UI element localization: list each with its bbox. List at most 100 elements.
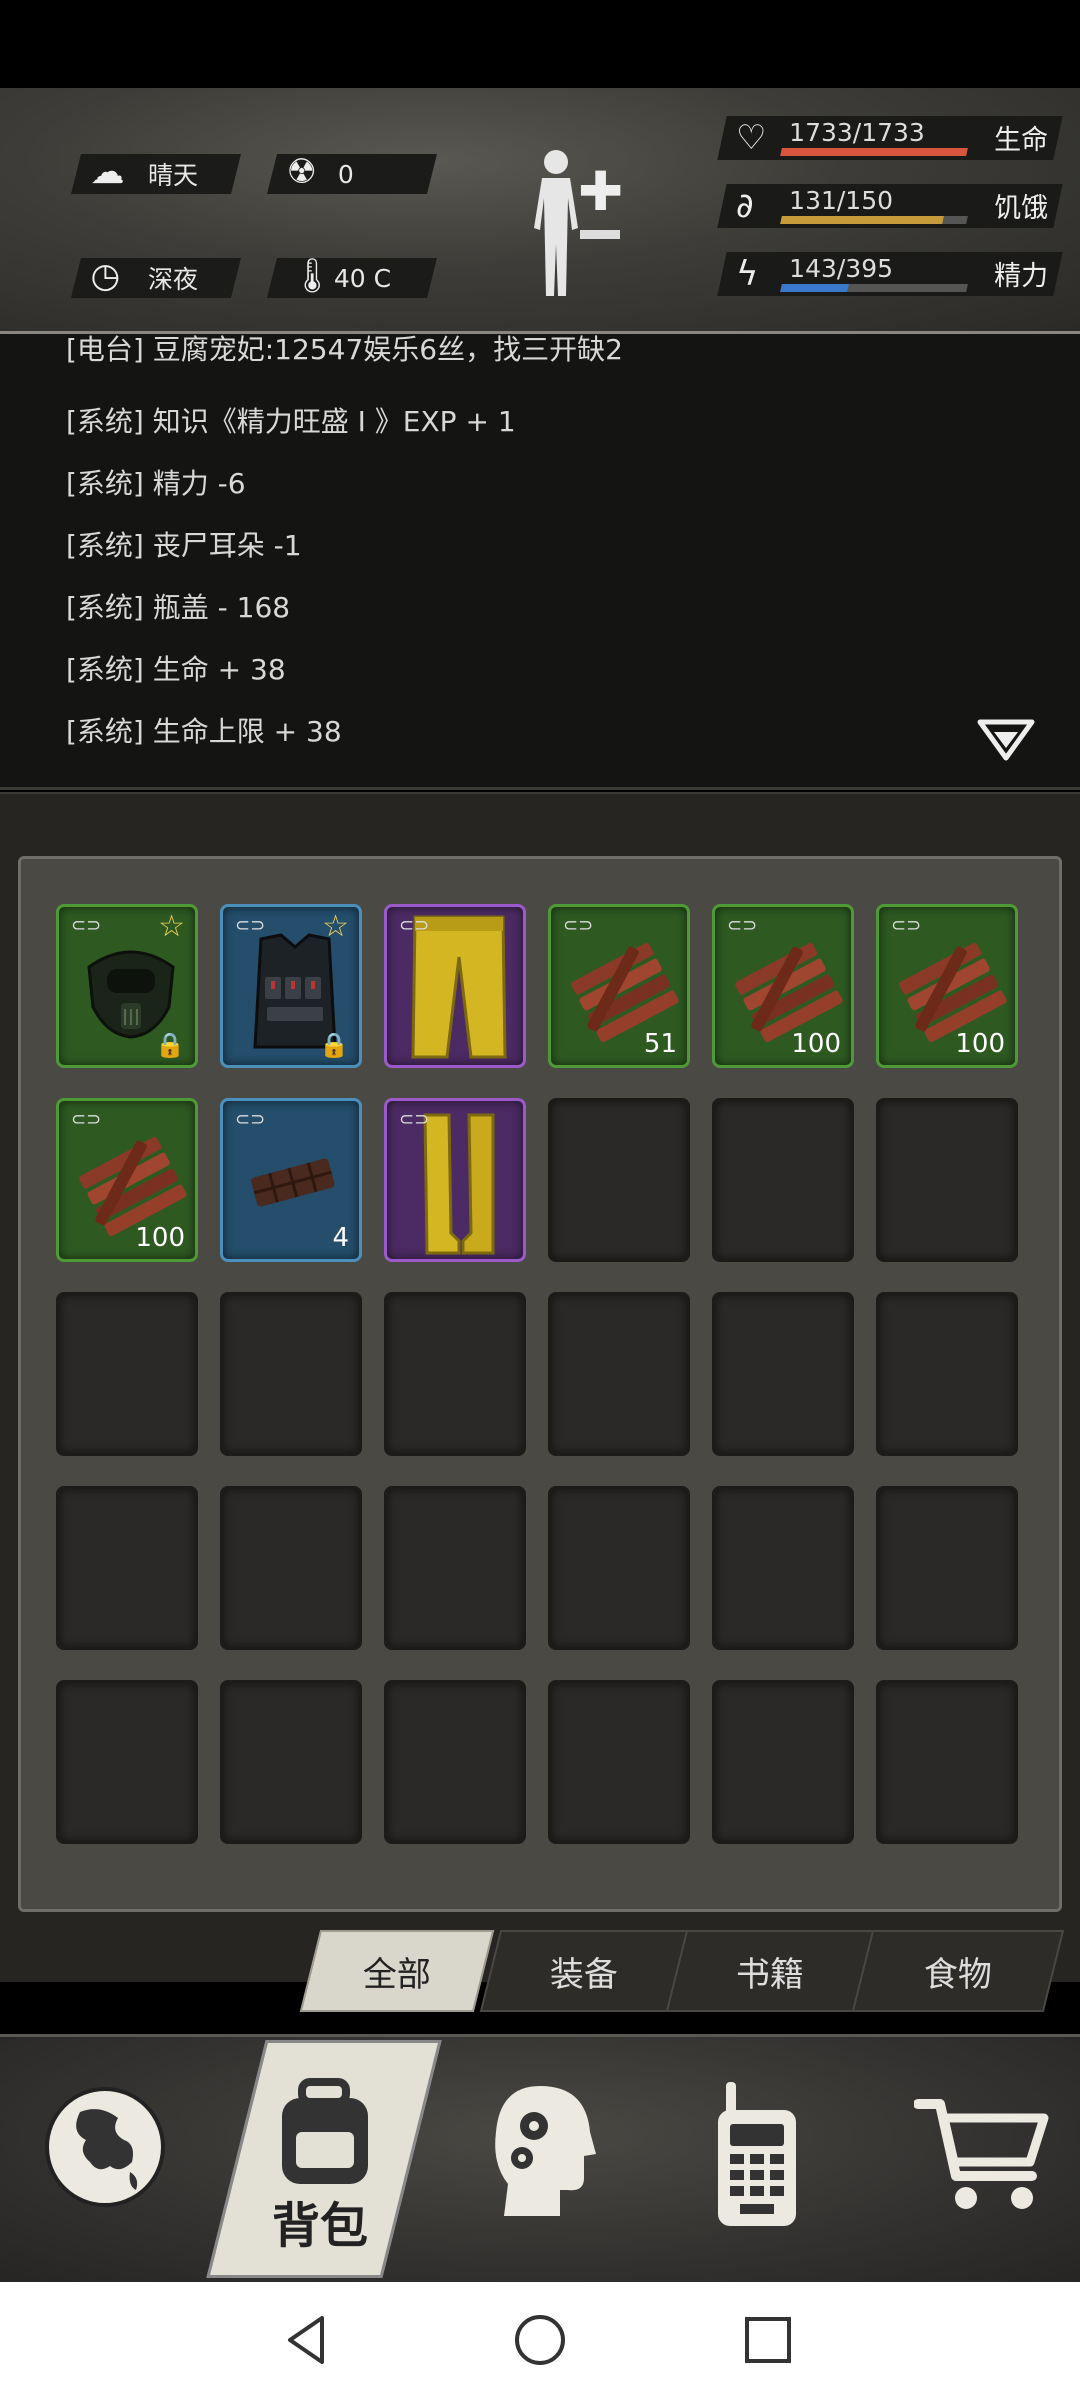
hunger-value: 131/150 bbox=[789, 186, 894, 215]
tab-books[interactable]: 书籍 bbox=[665, 1930, 875, 2012]
item-quantity: 4 bbox=[332, 1223, 349, 1253]
inventory-slot-empty[interactable] bbox=[56, 1292, 198, 1456]
hunger-label: 饥饿 bbox=[994, 193, 1049, 224]
inventory-slot-empty[interactable] bbox=[384, 1292, 526, 1456]
inventory-slot-wood-planks[interactable]: ⊂⊃ 100 bbox=[876, 904, 1018, 1068]
nav-world-map[interactable] bbox=[40, 2082, 210, 2262]
hunger-bar bbox=[780, 216, 968, 224]
radiation-value: 0 bbox=[338, 159, 354, 189]
item-quantity: 100 bbox=[791, 1029, 841, 1059]
inventory-slot-gas-mask[interactable]: ⊂⊃ ☆ 🔒 bbox=[56, 904, 198, 1068]
tab-equipment-label: 装备 bbox=[550, 1954, 618, 1995]
time-label: 深夜 bbox=[148, 265, 199, 294]
inventory-slot-empty[interactable] bbox=[876, 1292, 1018, 1456]
item-quantity: 100 bbox=[135, 1223, 185, 1253]
inventory-slot-wood-planks[interactable]: ⊂⊃ 51 bbox=[548, 904, 690, 1068]
plus-icon[interactable]: ✚ bbox=[578, 160, 623, 223]
globe-icon bbox=[45, 2087, 165, 2207]
temperature-value: 40 C bbox=[334, 263, 392, 293]
link-icon: ⊂⊃ bbox=[399, 1109, 430, 1130]
inventory-slot-yellow-pants[interactable]: ⊂⊃ bbox=[384, 904, 526, 1068]
inventory-slot-empty[interactable] bbox=[712, 1098, 854, 1262]
link-icon: ⊂⊃ bbox=[563, 915, 594, 936]
tab-all-label: 全部 bbox=[363, 1954, 431, 1995]
log-line: [系统] 丧尸耳朵 -1 bbox=[66, 529, 302, 562]
inventory-slot-empty[interactable] bbox=[712, 1680, 854, 1844]
inventory-slot-empty[interactable] bbox=[384, 1486, 526, 1650]
inventory-slot-empty[interactable] bbox=[548, 1098, 690, 1262]
health-stat: ♡ 1733/1733 生命 bbox=[717, 116, 1063, 160]
expand-down-icon[interactable] bbox=[976, 716, 1036, 766]
star-icon: ☆ bbox=[158, 909, 185, 944]
inventory-slot-wood-planks[interactable]: ⊂⊃ 100 bbox=[56, 1098, 198, 1262]
hunger-stat: ∂ 131/150 饥饿 bbox=[717, 184, 1063, 228]
health-bar-fill bbox=[780, 148, 968, 156]
energy-bar-fill bbox=[780, 284, 850, 292]
clock-icon: ◷ bbox=[90, 256, 121, 296]
inventory-slot-empty[interactable] bbox=[548, 1680, 690, 1844]
backpack-icon bbox=[282, 2078, 368, 2184]
inventory-slot-wood-planks[interactable]: ⊂⊃ 100 bbox=[712, 904, 854, 1068]
inventory-slot-empty[interactable] bbox=[548, 1292, 690, 1456]
inventory-slot-empty[interactable] bbox=[876, 1680, 1018, 1844]
nav-skills[interactable] bbox=[490, 2080, 660, 2260]
minus-icon[interactable] bbox=[580, 230, 620, 239]
walkie-talkie-icon bbox=[718, 2082, 796, 2226]
log-line: [电台] 豆腐宠妃:12547娱乐6丝，找三开缺2 bbox=[66, 334, 623, 366]
tab-all[interactable]: 全部 bbox=[299, 1930, 495, 2012]
cloud-sun-icon: ☁ bbox=[90, 152, 125, 192]
temperature-chip: 🌡 40 C bbox=[267, 256, 437, 298]
inventory-slot-empty[interactable] bbox=[220, 1292, 362, 1456]
lock-icon: 🔒 bbox=[319, 1031, 349, 1059]
link-icon: ⊂⊃ bbox=[399, 915, 430, 936]
log-line: [系统] 精力 -6 bbox=[66, 467, 246, 500]
inventory-slot-empty[interactable] bbox=[220, 1680, 362, 1844]
thermometer-icon: 🌡 bbox=[290, 256, 334, 296]
energy-bar bbox=[780, 284, 968, 292]
nav-backpack[interactable] bbox=[260, 2076, 390, 2186]
link-icon: ⊂⊃ bbox=[235, 915, 266, 936]
system-navigation-bar bbox=[0, 2282, 1080, 2400]
energy-icon: ϟ bbox=[736, 254, 759, 294]
link-icon: ⊂⊃ bbox=[71, 915, 102, 936]
inventory-slot-empty[interactable] bbox=[384, 1680, 526, 1844]
home-icon[interactable] bbox=[510, 2310, 570, 2370]
link-icon: ⊂⊃ bbox=[235, 1109, 266, 1130]
radiation-chip: ☢ 0 bbox=[267, 152, 437, 194]
log-line: [系统] 生命 + 38 bbox=[66, 653, 286, 686]
energy-label: 精力 bbox=[994, 261, 1049, 292]
tab-food[interactable]: 食物 bbox=[851, 1930, 1065, 2012]
star-icon: ☆ bbox=[322, 909, 349, 944]
link-icon: ⊂⊃ bbox=[891, 915, 922, 936]
item-quantity: 51 bbox=[643, 1029, 677, 1059]
recents-icon[interactable] bbox=[738, 2310, 798, 2370]
back-icon[interactable] bbox=[278, 2310, 338, 2370]
inventory-slot-yellow-boots[interactable]: ⊂⊃ bbox=[384, 1098, 526, 1262]
nav-shop[interactable] bbox=[914, 2092, 1080, 2272]
inventory-slot-empty[interactable] bbox=[712, 1292, 854, 1456]
inventory-slot-empty[interactable] bbox=[712, 1486, 854, 1650]
message-log[interactable]: [电台] 豆腐宠妃:12547娱乐6丝，找三开缺2 [系统] 知识《精力旺盛 I… bbox=[0, 334, 1080, 790]
nav-radio[interactable] bbox=[712, 2080, 882, 2260]
inventory-slot-empty[interactable] bbox=[56, 1680, 198, 1844]
weather-chip: ☁ 晴天 bbox=[71, 152, 241, 194]
inventory-slot-chocolate[interactable]: ⊂⊃ 4 bbox=[220, 1098, 362, 1262]
inventory-slot-empty[interactable] bbox=[548, 1486, 690, 1650]
log-line: [系统] 生命上限 + 38 bbox=[66, 715, 342, 748]
link-icon: ⊂⊃ bbox=[71, 1109, 102, 1130]
cart-icon bbox=[914, 2099, 1049, 2209]
inventory-slot-empty[interactable] bbox=[56, 1486, 198, 1650]
energy-value: 143/395 bbox=[789, 254, 894, 283]
nav-backpack-label: 背包 bbox=[272, 2198, 369, 2254]
stomach-icon: ∂ bbox=[736, 186, 754, 226]
tab-equipment[interactable]: 装备 bbox=[479, 1930, 689, 2012]
inventory-slot-empty[interactable] bbox=[876, 1486, 1018, 1650]
item-quantity: 100 bbox=[955, 1029, 1005, 1059]
radiation-icon: ☢ bbox=[286, 152, 317, 192]
tab-books-label: 书籍 bbox=[736, 1954, 804, 1995]
heart-icon: ♡ bbox=[736, 118, 767, 158]
inventory-slot-empty[interactable] bbox=[876, 1098, 1018, 1262]
inventory-slot-tactical-vest[interactable]: ⊂⊃ ☆ 🔒 bbox=[220, 904, 362, 1068]
time-chip: ◷ 深夜 bbox=[71, 256, 241, 298]
inventory-slot-empty[interactable] bbox=[220, 1486, 362, 1650]
